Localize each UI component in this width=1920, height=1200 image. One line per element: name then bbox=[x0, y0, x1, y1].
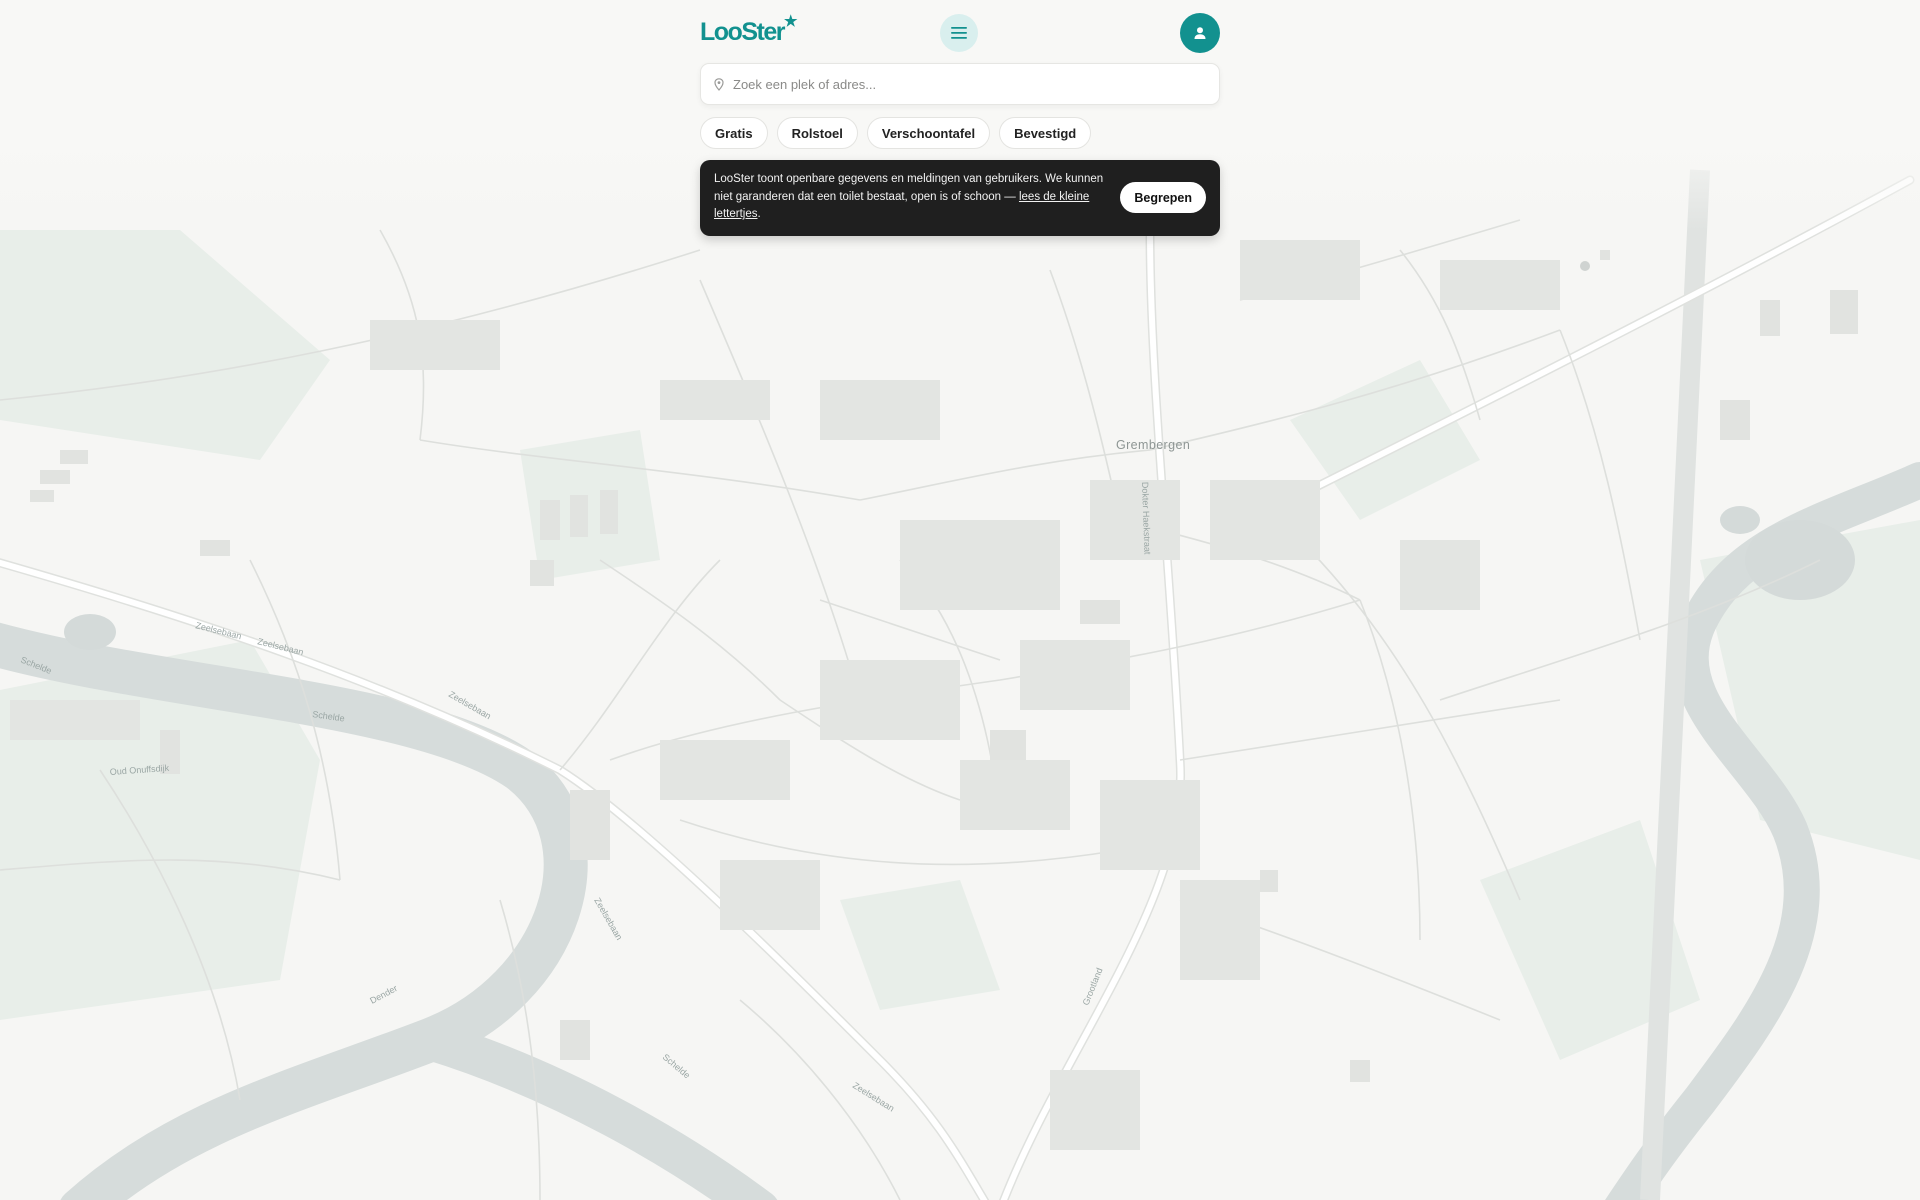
hamburger-icon bbox=[951, 27, 967, 39]
menu-button[interactable] bbox=[940, 14, 978, 52]
logo-text: LooSter bbox=[700, 18, 785, 46]
map-place-label: Grembergen bbox=[1116, 438, 1190, 452]
map-pin-icon bbox=[714, 77, 724, 91]
top-overlay: LooSter ★ Gratis Rolstoel bbox=[700, 0, 1220, 236]
filter-chip-gratis[interactable]: Gratis bbox=[700, 117, 768, 149]
search-input[interactable] bbox=[731, 75, 1205, 93]
disclaimer-banner: LooSter toont openbare gegevens en meldi… bbox=[700, 160, 1220, 236]
filter-chip-rolstoel[interactable]: Rolstoel bbox=[776, 117, 858, 149]
top-bar: LooSter ★ bbox=[700, 0, 1220, 66]
map-street-label: Zeelsebaan bbox=[592, 896, 624, 942]
map-street-label: Zeelsebaan bbox=[851, 1080, 896, 1113]
map-marker-dot bbox=[1580, 261, 1590, 271]
star-icon: ★ bbox=[784, 13, 797, 30]
filter-chip-bevestigd[interactable]: Bevestigd bbox=[999, 117, 1092, 149]
map-street-label: Zeelsebaan bbox=[195, 620, 243, 641]
map-water-label: Dender bbox=[368, 983, 399, 1006]
map-water-label: Schelde bbox=[661, 1052, 692, 1081]
disclaimer-text: LooSter toont openbare gegevens en meldi… bbox=[714, 171, 1104, 224]
user-icon bbox=[1194, 27, 1206, 39]
app-logo[interactable]: LooSter ★ bbox=[700, 13, 797, 47]
filter-chips: Gratis Rolstoel Verschoontafel Bevestigd bbox=[700, 117, 1092, 149]
search-bar[interactable] bbox=[700, 63, 1220, 105]
disclaimer-end: . bbox=[757, 208, 761, 220]
dismiss-button[interactable]: Begrepen bbox=[1120, 182, 1206, 213]
account-button[interactable] bbox=[1180, 13, 1220, 53]
filter-chip-verschoontafel[interactable]: Verschoontafel bbox=[866, 117, 991, 149]
